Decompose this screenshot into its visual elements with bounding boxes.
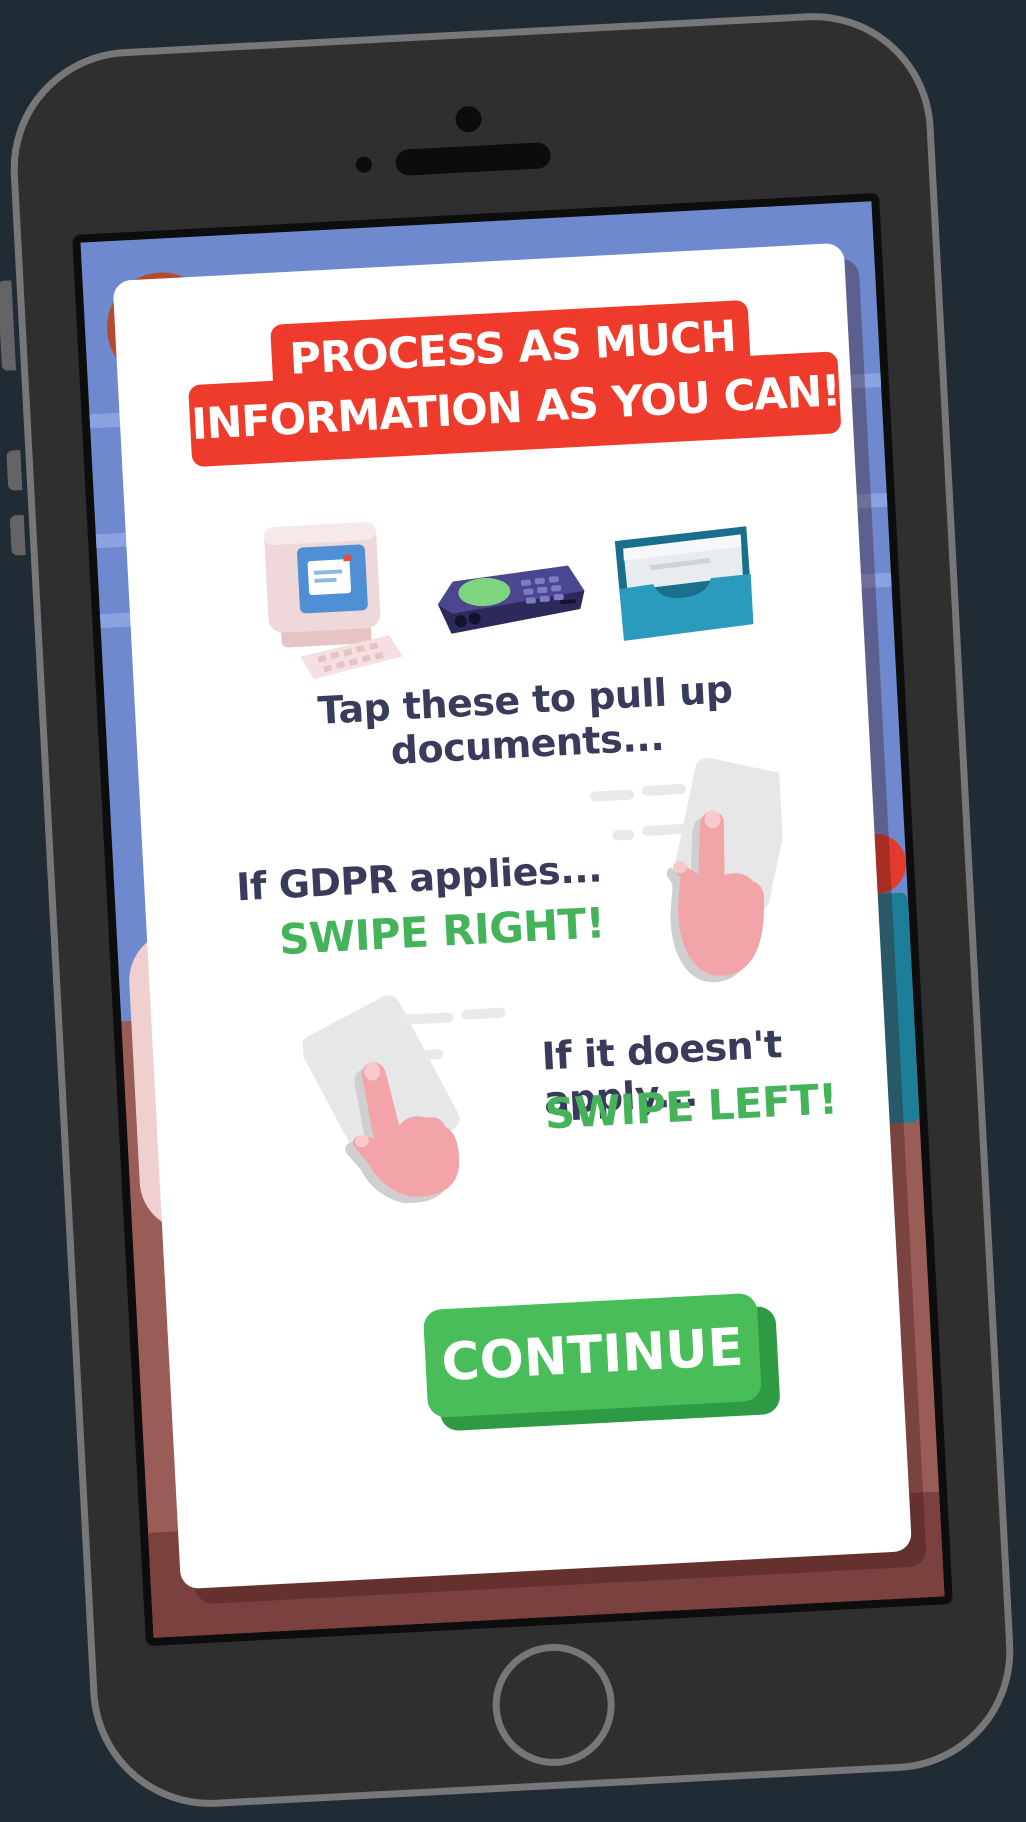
swipe-right-hand-icon <box>590 757 791 983</box>
mute-switch <box>0 280 17 371</box>
phone-device: PROCESS AS MUCH INFORMATION AS YOU CAN! <box>0 7 1020 1813</box>
volume-up-button <box>6 450 23 491</box>
title-banner: PROCESS AS MUCH INFORMATION AS YOU CAN! <box>113 243 854 481</box>
continue-button[interactable]: CONTINUE <box>422 1292 763 1419</box>
tutorial-dialog: PROCESS AS MUCH INFORMATION AS YOU CAN! <box>112 242 913 1590</box>
computer-icon[interactable] <box>255 516 424 694</box>
stage: PROCESS AS MUCH INFORMATION AS YOU CAN! <box>0 0 1026 1822</box>
swipe-left-hand-icon <box>300 995 506 1204</box>
inbox-tray-icon[interactable] <box>608 524 764 652</box>
swipe-right-text: SWIPE RIGHT! <box>277 898 606 965</box>
desk-phone-icon[interactable] <box>428 557 592 655</box>
gdpr-applies-text: If GDPR applies... <box>235 846 603 910</box>
phone-screen: PROCESS AS MUCH INFORMATION AS YOU CAN! <box>72 192 953 1647</box>
volume-down-button <box>9 515 26 556</box>
